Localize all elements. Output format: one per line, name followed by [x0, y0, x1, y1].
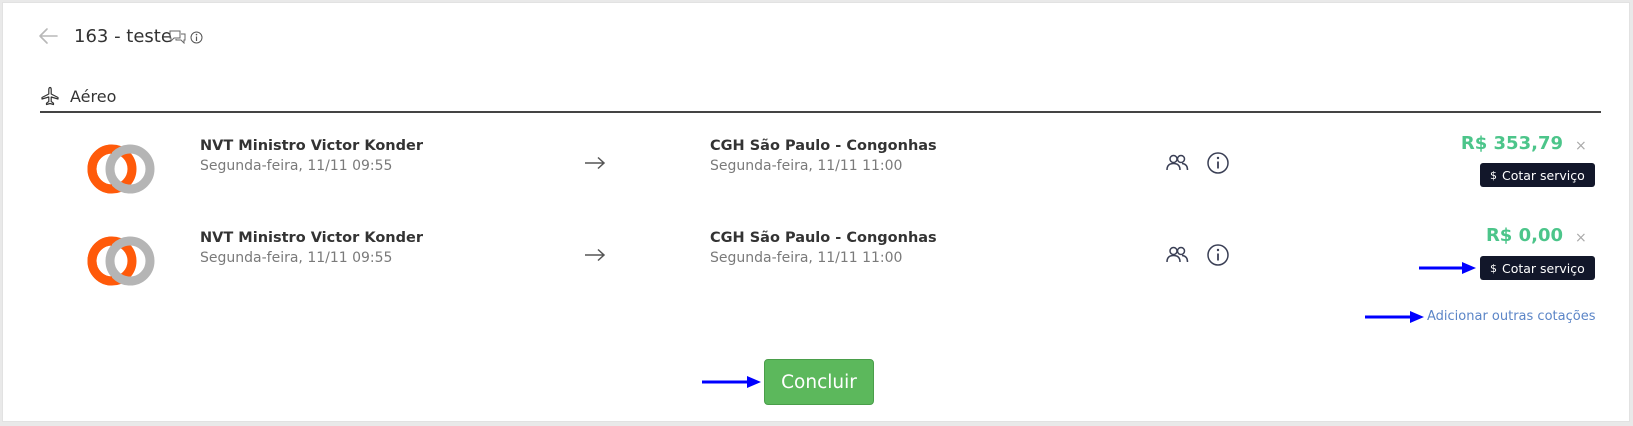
- annotation-arrow-icon: [1419, 262, 1476, 274]
- dollar-icon: $: [1490, 261, 1497, 275]
- passengers-icon[interactable]: [1165, 151, 1189, 175]
- airline-logo: [87, 236, 155, 286]
- add-other-quotes-link[interactable]: Adicionar outras cotações: [1427, 309, 1595, 325]
- airplane-icon: [41, 86, 59, 106]
- info-icon[interactable]: [1206, 151, 1230, 175]
- airline-logo: [87, 144, 155, 194]
- info-icon[interactable]: [1206, 243, 1230, 267]
- quote-service-button[interactable]: $ Cotar serviço: [1480, 163, 1595, 187]
- origin-date: Segunda-feira, 11/11 09:55: [200, 158, 393, 174]
- back-arrow-icon[interactable]: [37, 25, 59, 47]
- flight-row: NVT Ministro Victor Konder Segunda-feira…: [3, 123, 1631, 203]
- remove-button[interactable]: ×: [1575, 139, 1587, 153]
- destination-date: Segunda-feira, 11/11 11:00: [710, 250, 903, 266]
- destination-name: CGH São Paulo - Congonhas: [710, 230, 937, 246]
- quote-service-button[interactable]: $ Cotar serviço: [1480, 256, 1595, 280]
- flight-row: NVT Ministro Victor Konder Segunda-feira…: [3, 215, 1631, 295]
- booking-card: 163 - teste Aéreo NVT Ministro Victor Ko…: [2, 2, 1630, 422]
- page-title: 163 - teste: [74, 26, 172, 47]
- section-label: Aéreo: [70, 87, 117, 106]
- origin-date: Segunda-feira, 11/11 09:55: [200, 250, 393, 266]
- dollar-icon: $: [1490, 168, 1497, 182]
- origin-name: NVT Ministro Victor Konder: [200, 230, 423, 246]
- remove-button[interactable]: ×: [1575, 231, 1587, 245]
- quote-service-label: Cotar serviço: [1502, 260, 1585, 276]
- chat-icon[interactable]: [169, 30, 186, 44]
- quote-service-label: Cotar serviço: [1502, 167, 1585, 183]
- title-icons: [169, 29, 203, 45]
- route-arrow-icon: [585, 156, 606, 170]
- price: R$ 353,79: [1460, 133, 1563, 154]
- section-divider: [40, 111, 1601, 113]
- conclude-button[interactable]: Concluir: [764, 359, 874, 405]
- origin-name: NVT Ministro Victor Konder: [200, 138, 423, 154]
- passengers-icon[interactable]: [1165, 243, 1189, 267]
- destination-date: Segunda-feira, 11/11 11:00: [710, 158, 903, 174]
- route-arrow-icon: [585, 248, 606, 262]
- price: R$ 0,00: [1485, 225, 1563, 246]
- annotation-arrow-icon: [702, 376, 761, 388]
- info-small-icon[interactable]: [190, 31, 203, 44]
- annotation-arrow-icon: [1365, 311, 1424, 323]
- destination-name: CGH São Paulo - Congonhas: [710, 138, 937, 154]
